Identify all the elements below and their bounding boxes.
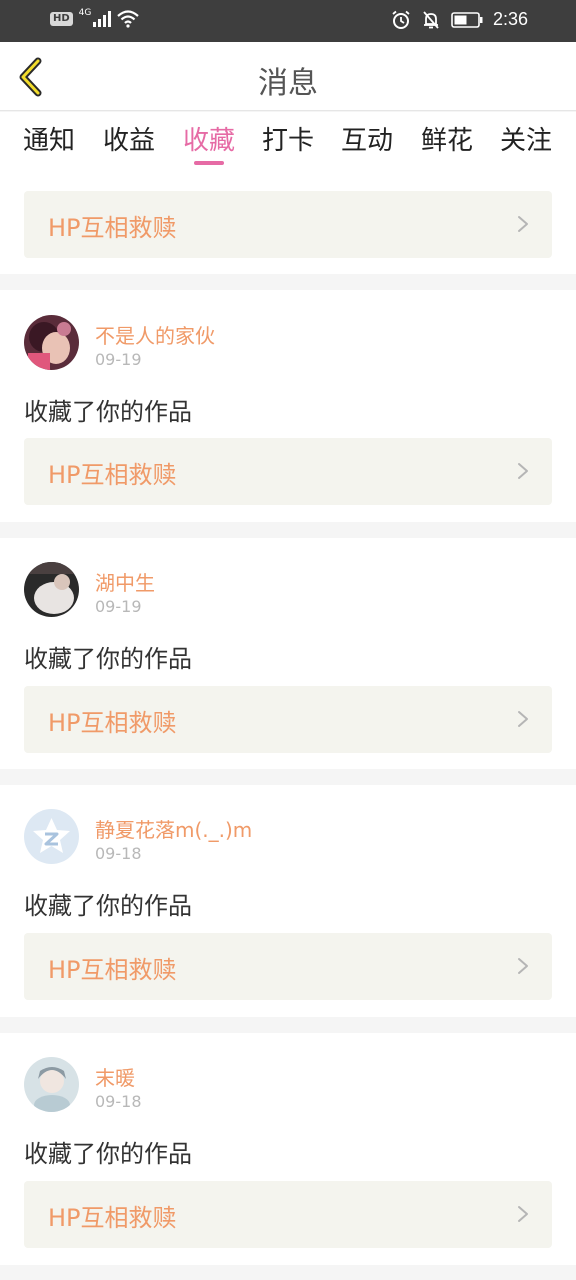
network-label: 4G — [78, 8, 92, 18]
work-link[interactable]: HP互相救赎 — [24, 438, 552, 505]
active-tab-indicator — [194, 161, 224, 165]
tab-follows[interactable]: 关注 — [486, 120, 566, 157]
work-link[interactable]: HP互相救赎 — [24, 191, 552, 258]
divider — [0, 274, 576, 290]
tab-notifications[interactable]: 通知 — [9, 120, 89, 157]
list-item: 末暖 09-18 收藏了你的作品 HP互相救赎 — [0, 1033, 576, 1265]
work-link[interactable]: HP互相救赎 — [24, 933, 552, 1000]
username[interactable]: 静夏花落m(._.)m — [95, 814, 252, 843]
chevron-right-icon — [518, 711, 528, 727]
chevron-right-icon — [518, 463, 528, 479]
message-list: HP互相救赎 不是人的家伙 09-19 收藏了你的作品 HP互相救赎 湖中生 0… — [0, 174, 576, 1280]
chevron-right-icon — [518, 1206, 528, 1222]
avatar[interactable] — [24, 562, 79, 617]
work-link[interactable]: HP互相救赎 — [24, 686, 552, 753]
avatar[interactable] — [24, 809, 79, 864]
list-item: 湖中生 09-19 收藏了你的作品 HP互相救赎 — [0, 538, 576, 769]
date: 09-18 — [95, 1092, 142, 1111]
date: 09-19 — [95, 597, 142, 616]
avatar[interactable] — [24, 315, 79, 370]
status-left: HD 4G — [50, 8, 140, 28]
battery-icon — [451, 11, 483, 28]
divider — [0, 1017, 576, 1033]
tab-earnings[interactable]: 收益 — [89, 120, 169, 157]
mute-bell-icon — [423, 10, 439, 29]
hd-badge: HD — [50, 12, 73, 26]
alarm-icon — [392, 10, 410, 29]
work-title: HP互相救赎 — [48, 709, 177, 737]
page-title: 消息 — [258, 66, 318, 101]
list-item: 不是人的家伙 09-19 收藏了你的作品 HP互相救赎 — [0, 290, 576, 522]
work-title: HP互相救赎 — [48, 956, 177, 984]
date: 09-19 — [95, 350, 142, 369]
work-title: HP互相救赎 — [48, 214, 177, 242]
tab-interactions[interactable]: 互动 — [327, 120, 407, 157]
status-bar: HD 4G 2:36 — [0, 0, 576, 42]
action-text: 收藏了你的作品 — [24, 892, 192, 920]
status-time: 2:36 — [492, 9, 528, 29]
tab-checkin[interactable]: 打卡 — [248, 120, 328, 157]
status-right: 2:36 — [391, 9, 528, 30]
divider — [0, 769, 576, 785]
chevron-right-icon — [518, 216, 528, 232]
username[interactable]: 末暖 — [95, 1062, 135, 1091]
tab-bar: 通知 收益 收藏 打卡 互动 鲜花 关注 — [0, 112, 576, 174]
tab-favorites[interactable]: 收藏 — [169, 120, 249, 157]
wifi-icon — [117, 10, 140, 28]
action-text: 收藏了你的作品 — [24, 398, 192, 426]
date: 09-18 — [95, 844, 142, 863]
username[interactable]: 不是人的家伙 — [95, 320, 215, 349]
tab-flowers[interactable]: 鲜花 — [407, 120, 487, 157]
list-item: 静夏花落m(._.)m 09-18 收藏了你的作品 HP互相救赎 — [0, 785, 576, 1017]
work-title: HP互相救赎 — [48, 1204, 177, 1232]
action-text: 收藏了你的作品 — [24, 645, 192, 673]
chevron-right-icon — [518, 958, 528, 974]
action-text: 收藏了你的作品 — [24, 1140, 192, 1168]
avatar[interactable] — [24, 1057, 79, 1112]
signal-icon — [93, 11, 112, 27]
divider — [0, 522, 576, 538]
work-link[interactable]: HP互相救赎 — [24, 1181, 552, 1248]
divider — [0, 1265, 576, 1280]
nav-bar: 消息 — [0, 42, 576, 111]
username[interactable]: 湖中生 — [95, 567, 155, 596]
work-title: HP互相救赎 — [48, 461, 177, 489]
list-item: HP互相救赎 — [0, 174, 576, 274]
